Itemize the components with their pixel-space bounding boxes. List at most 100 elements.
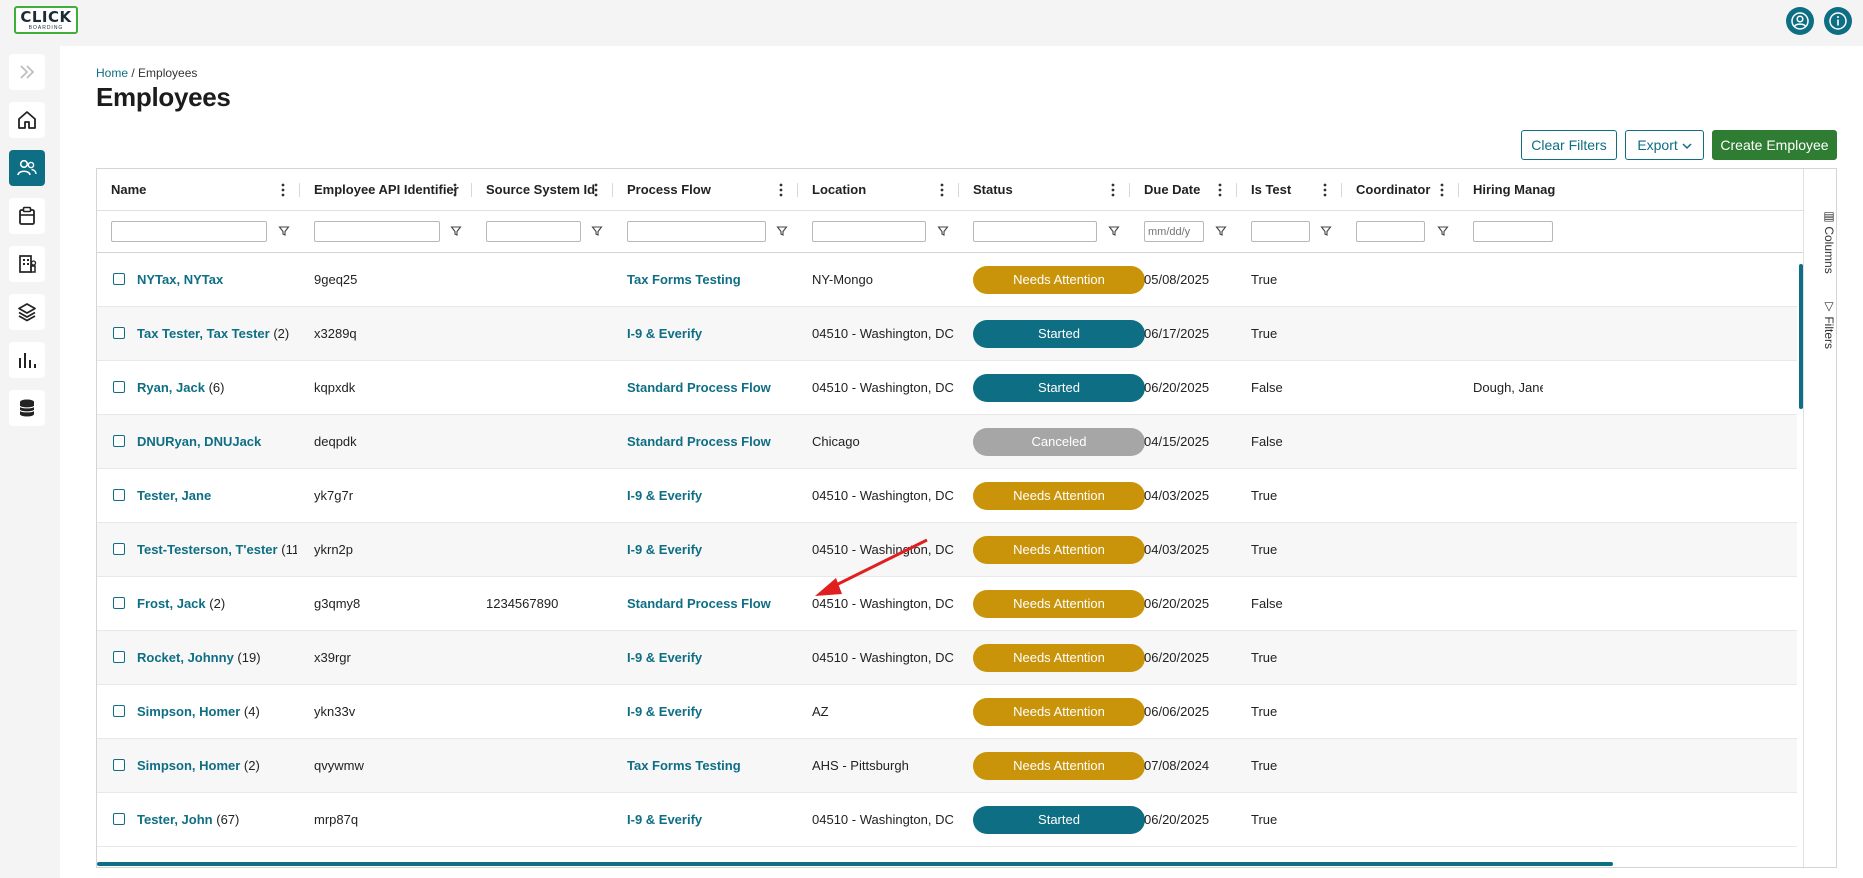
column-header[interactable]: Status: [959, 169, 1130, 211]
employee-name-link[interactable]: Tax Tester, Tax Tester: [137, 326, 270, 341]
process-flow-link[interactable]: I-9 & Everify: [627, 326, 702, 341]
process-flow-link[interactable]: I-9 & Everify: [627, 488, 702, 503]
info-icon[interactable]: [1824, 7, 1852, 35]
employee-name-link[interactable]: Rocket, Johnny: [137, 650, 234, 665]
table-row[interactable]: NYTax, NYTax 9geq25 Tax Forms Testing NY-M…: [97, 253, 1797, 307]
column-header[interactable]: Name: [97, 169, 300, 211]
filters-panel-tab[interactable]: ▽ Filters: [1808, 299, 1836, 349]
filter-icon[interactable]: [1108, 225, 1120, 237]
column-filter-input[interactable]: [486, 221, 581, 242]
employee-name-link[interactable]: Simpson, Homer: [137, 704, 240, 719]
column-filter-input[interactable]: [1473, 221, 1553, 242]
filter-icon[interactable]: [776, 225, 788, 237]
column-header[interactable]: Process Flow: [613, 169, 798, 211]
user-account-icon[interactable]: [1786, 7, 1814, 35]
employee-name-link[interactable]: Tester, Jane: [137, 488, 211, 503]
filter-icon[interactable]: [1320, 225, 1332, 237]
filter-icon[interactable]: [1215, 225, 1227, 237]
table-row[interactable]: Tester, John (67) mrp87q I-9 & Everify 0451…: [97, 793, 1797, 847]
create-employee-button[interactable]: Create Employee: [1712, 130, 1837, 160]
table-row[interactable]: Rocket, Johnny (19) x39rgr I-9 & Everify 04…: [97, 631, 1797, 685]
filters-tab-label: Filters: [1822, 316, 1836, 350]
process-flow-link[interactable]: I-9 & Everify: [627, 650, 702, 665]
clear-filters-button[interactable]: Clear Filters: [1521, 130, 1617, 160]
column-header[interactable]: Hiring Manag: [1459, 169, 1619, 211]
column-menu-icon[interactable]: [1437, 182, 1447, 198]
table-row[interactable]: Simpson, Homer (2) qvywmw Tax Forms Testin…: [97, 739, 1797, 793]
due-date-cell: 04/03/2025: [1144, 542, 1210, 557]
expand-sidebar-button[interactable]: [9, 54, 45, 90]
column-filter-input[interactable]: [1251, 221, 1310, 242]
app-logo[interactable]: CLICK BOARDING: [14, 6, 78, 34]
employee-name-link[interactable]: Simpson, Homer: [137, 758, 240, 773]
column-filter-input[interactable]: [973, 221, 1097, 242]
sidebar-item-data[interactable]: [9, 390, 45, 426]
row-checkbox[interactable]: [113, 597, 125, 609]
columns-panel-tab[interactable]: ▤ Columns: [1808, 209, 1836, 274]
column-menu-icon[interactable]: [450, 182, 460, 198]
table-row[interactable]: Simpson, Homer (4) ykn33v I-9 & Everify AZ N…: [97, 685, 1797, 739]
row-checkbox[interactable]: [113, 273, 125, 285]
sidebar-item-organization[interactable]: [9, 246, 45, 282]
filter-icon[interactable]: [937, 225, 949, 237]
column-menu-icon[interactable]: [1320, 182, 1330, 198]
process-flow-link[interactable]: I-9 & Everify: [627, 812, 702, 827]
sidebar-item-home[interactable]: [9, 102, 45, 138]
row-checkbox[interactable]: [113, 489, 125, 501]
breadcrumb-home-link[interactable]: Home: [96, 66, 128, 80]
row-checkbox[interactable]: [113, 705, 125, 717]
table-row[interactable]: Test-Testerson, T'ester (11) ykrn2p I-9 & …: [97, 523, 1797, 577]
export-button[interactable]: Export: [1625, 130, 1704, 160]
page-title: Employees: [96, 82, 231, 112]
process-flow-link[interactable]: Standard Process Flow: [627, 434, 771, 449]
employee-name-link[interactable]: Frost, Jack: [137, 596, 206, 611]
column-menu-icon[interactable]: [1108, 182, 1118, 198]
row-checkbox[interactable]: [113, 651, 125, 663]
employee-name-link[interactable]: Tester, John: [137, 812, 213, 827]
column-header[interactable]: Employee API Identifier: [300, 169, 472, 211]
column-menu-icon[interactable]: [591, 182, 601, 198]
sidebar-item-reports[interactable]: [9, 342, 45, 378]
due-date-filter-input[interactable]: [1144, 221, 1204, 242]
row-checkbox[interactable]: [113, 759, 125, 771]
column-filter-input[interactable]: [1356, 221, 1425, 242]
row-checkbox[interactable]: [113, 435, 125, 447]
filter-icon[interactable]: [1437, 225, 1449, 237]
row-checkbox[interactable]: [113, 381, 125, 393]
employee-name-link[interactable]: Test-Testerson, T'ester: [137, 542, 278, 557]
table-row[interactable]: Ryan, Jack (6) kqpxdk Standard Process Flo…: [97, 361, 1797, 415]
sidebar-item-tasks[interactable]: [9, 198, 45, 234]
process-flow-link[interactable]: Standard Process Flow: [627, 380, 771, 395]
process-flow-link[interactable]: Standard Process Flow: [627, 596, 771, 611]
table-row[interactable]: Tax Tester, Tax Tester (2) x3289q I-9 & Ev…: [97, 307, 1797, 361]
process-flow-link[interactable]: Tax Forms Testing: [627, 758, 741, 773]
employee-name-link[interactable]: NYTax, NYTax: [137, 272, 223, 287]
column-filter-input[interactable]: [812, 221, 926, 242]
column-menu-icon[interactable]: [776, 182, 786, 198]
row-checkbox[interactable]: [113, 543, 125, 555]
process-flow-link[interactable]: I-9 & Everify: [627, 704, 702, 719]
process-flow-link[interactable]: Tax Forms Testing: [627, 272, 741, 287]
column-menu-icon[interactable]: [937, 182, 947, 198]
table-row[interactable]: DNURyan, DNUJack deqpdk Standard Process …: [97, 415, 1797, 469]
column-header[interactable]: Location: [798, 169, 959, 211]
employee-name-link[interactable]: DNURyan, DNUJack: [137, 434, 261, 449]
sidebar-item-employees[interactable]: [9, 150, 45, 186]
table-row[interactable]: Tester, Jane yk7g7r I-9 & Everify 04510 - …: [97, 469, 1797, 523]
column-filter-input[interactable]: [314, 221, 440, 242]
employee-name-link[interactable]: Ryan, Jack: [137, 380, 205, 395]
filter-icon[interactable]: [278, 225, 290, 237]
sidebar-item-layers[interactable]: [9, 294, 45, 330]
column-filter-input[interactable]: [627, 221, 766, 242]
column-menu-icon[interactable]: [278, 182, 288, 198]
filter-icon[interactable]: [450, 225, 462, 237]
table-row[interactable]: Frost, Jack (2) g3qmy8 1234567890 Standard …: [97, 577, 1797, 631]
filter-icon[interactable]: [591, 225, 603, 237]
row-checkbox[interactable]: [113, 813, 125, 825]
column-filter-input[interactable]: [111, 221, 267, 242]
process-flow-link[interactable]: I-9 & Everify: [627, 542, 702, 557]
column-menu-icon[interactable]: [1215, 182, 1225, 198]
horizontal-scrollbar[interactable]: [97, 862, 1613, 866]
source-system-id-cell: [486, 739, 606, 793]
row-checkbox[interactable]: [113, 327, 125, 339]
